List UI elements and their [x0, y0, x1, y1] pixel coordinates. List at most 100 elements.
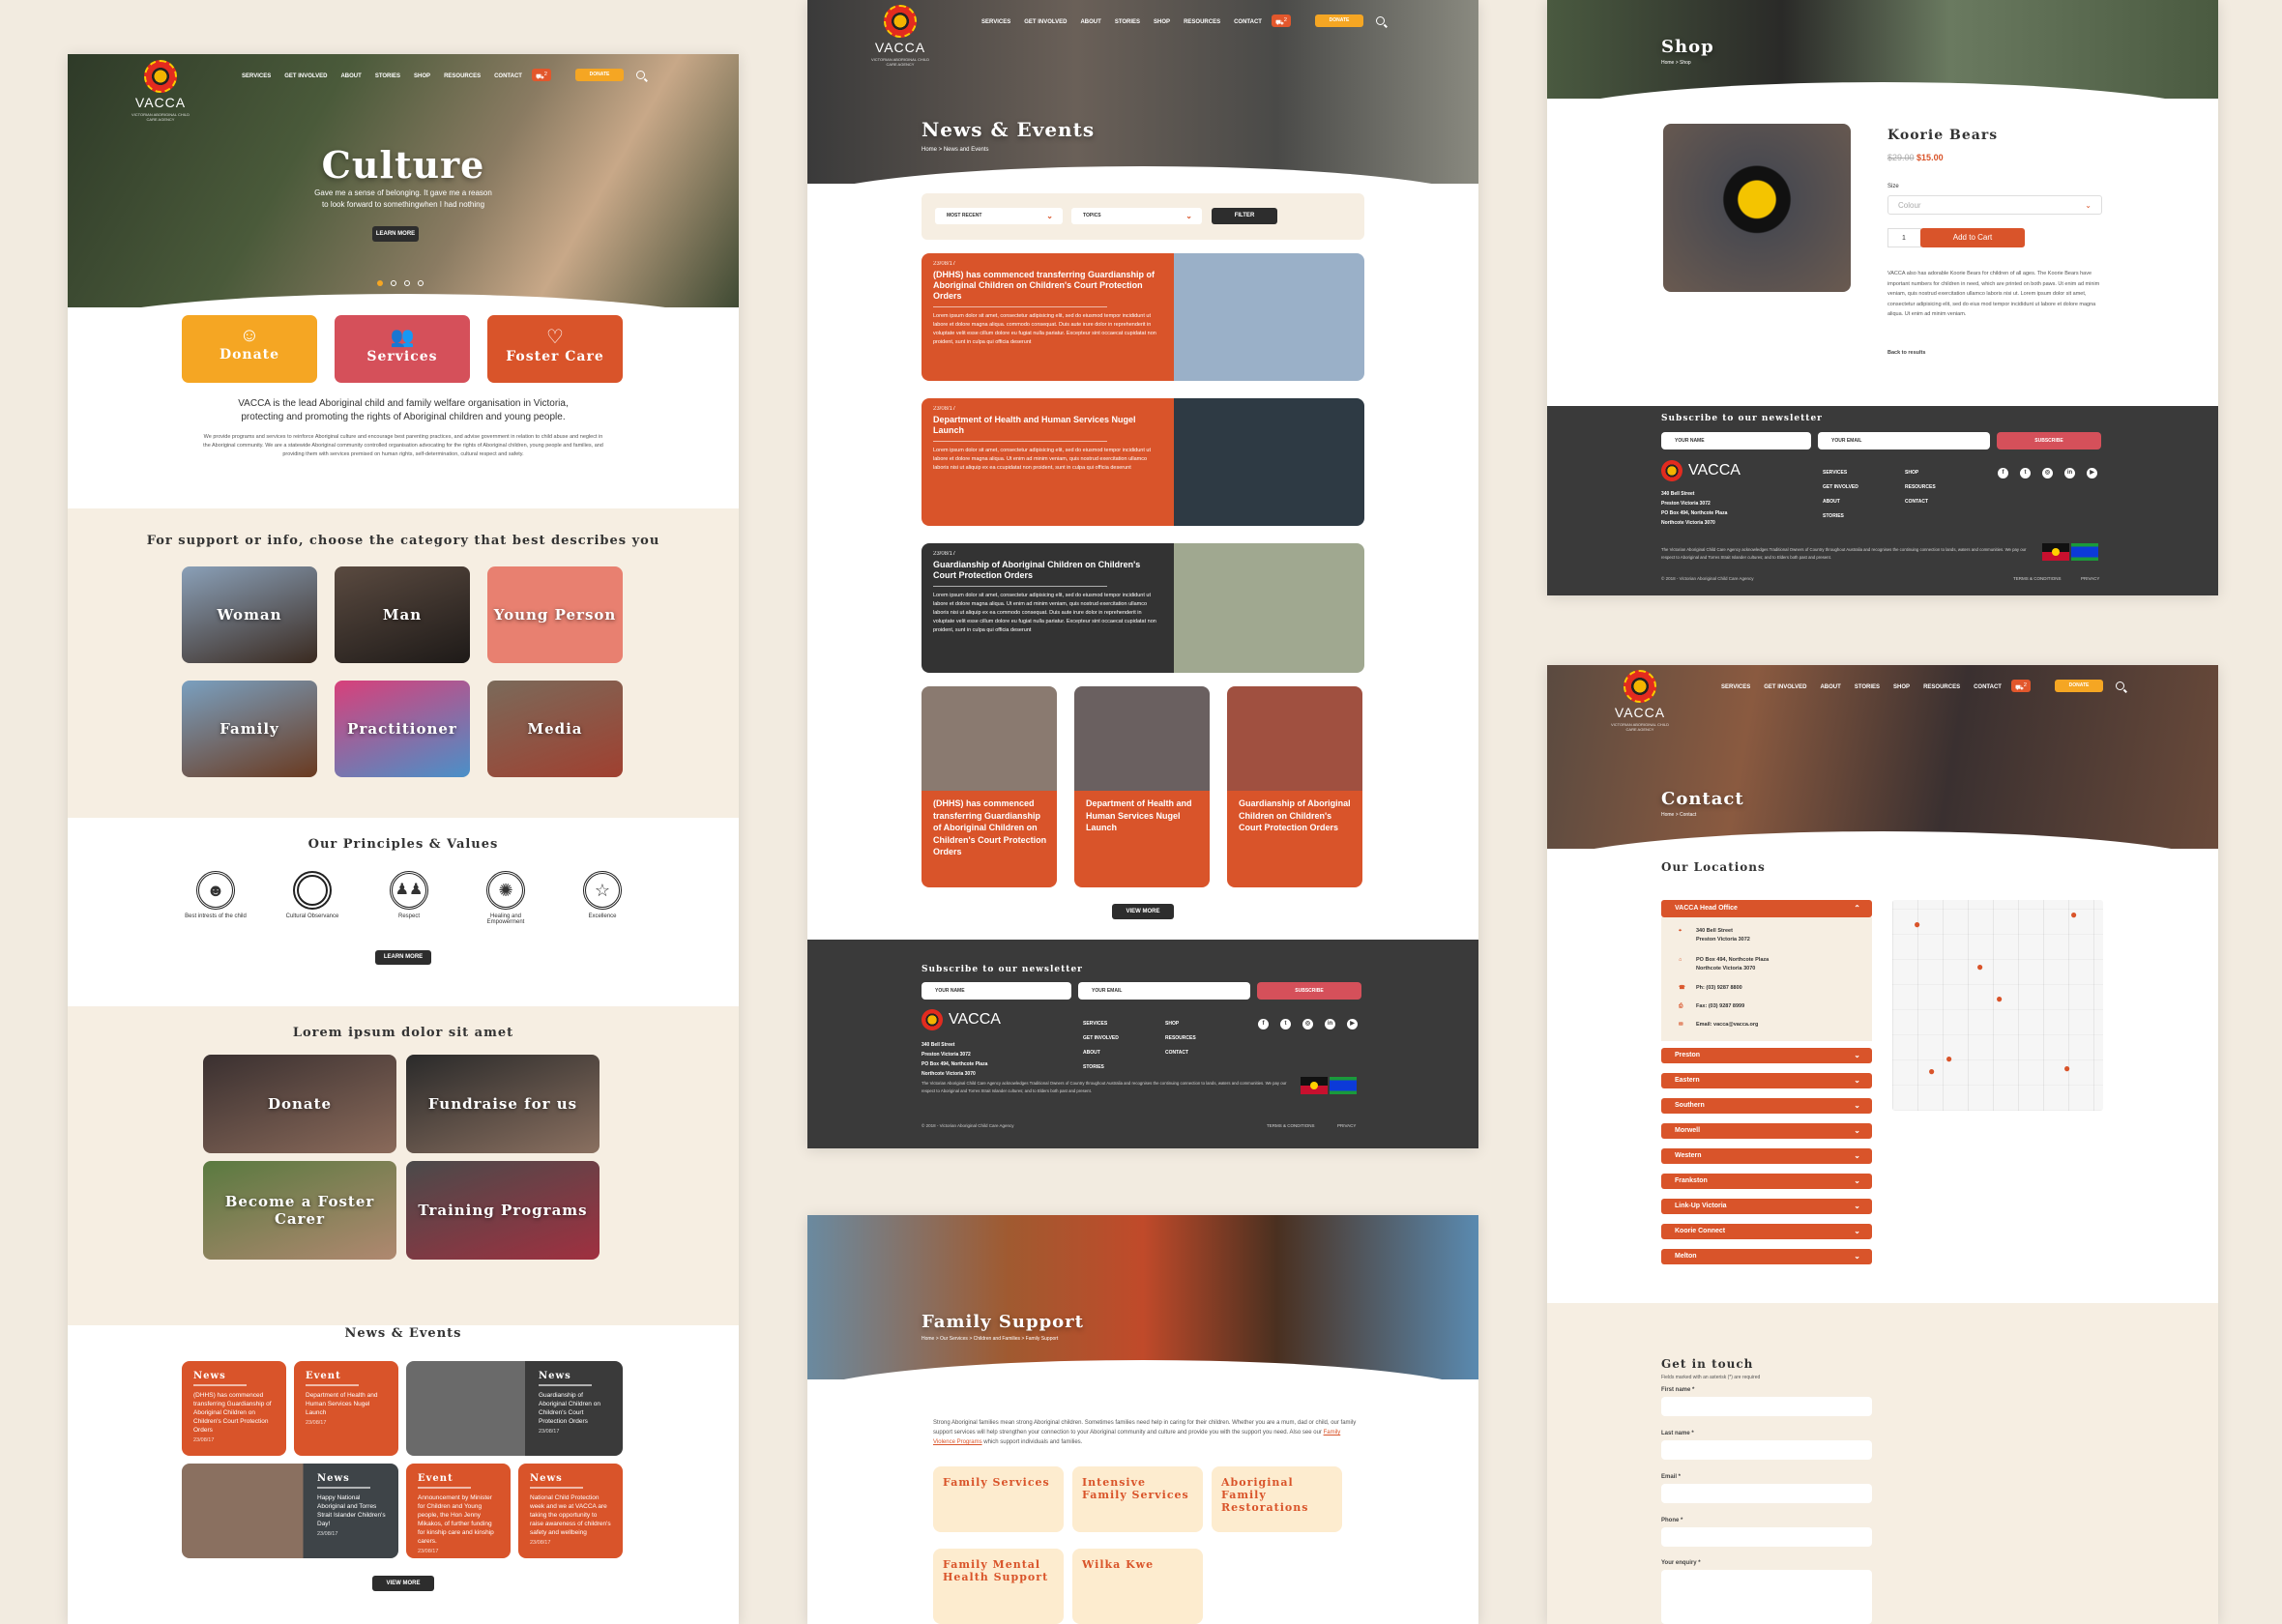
nav-services[interactable]: SERVICES	[242, 73, 271, 79]
featured-news-card[interactable]: 23/08/17 Guardianship of Aboriginal Child…	[922, 543, 1364, 673]
breadcrumb[interactable]: Home > Shop	[1661, 60, 1691, 66]
news-grid-card[interactable]: (DHHS) has commenced transferring Guardi…	[922, 686, 1057, 887]
vacca-logo[interactable]: VACCA VICTORIAN ABORIGINAL CHILD CARE AGE…	[1611, 670, 1669, 732]
accordion-office[interactable]: Frankston ⌄	[1661, 1174, 1872, 1189]
nav-get-involved[interactable]: GET INVOLVED	[1764, 684, 1806, 690]
category-woman[interactable]: Woman	[182, 566, 317, 663]
accordion-head-office[interactable]: VACCA Head Office ⌃	[1661, 900, 1872, 917]
map-pin-icon[interactable]: ●	[2070, 908, 2077, 921]
facebook-icon[interactable]: f	[1258, 1019, 1269, 1030]
newsletter-email-input[interactable]: YOUR EMAIL	[1818, 432, 1990, 450]
accordion-office[interactable]: Morwell ⌄	[1661, 1123, 1872, 1139]
map-pin-icon[interactable]: ●	[1928, 1064, 1935, 1078]
search-icon[interactable]	[636, 71, 645, 79]
map-pin-icon[interactable]: ●	[1946, 1052, 1952, 1065]
nav-resources[interactable]: RESOURCES	[1184, 19, 1220, 25]
twitter-icon[interactable]: t	[2020, 468, 2031, 478]
email-input[interactable]	[1661, 1484, 1872, 1503]
quick-donate[interactable]: ☺ Donate	[182, 315, 317, 383]
quantity-input[interactable]: 1	[1887, 228, 1921, 247]
filter-button[interactable]: FILTER	[1212, 208, 1277, 224]
enquiry-textarea[interactable]	[1661, 1570, 1872, 1624]
nav-resources[interactable]: RESOURCES	[1923, 684, 1960, 690]
nav-about[interactable]: ABOUT	[1080, 19, 1100, 25]
service-card[interactable]: Family Services	[933, 1466, 1064, 1532]
size-select[interactable]: Colour ⌄	[1887, 195, 2102, 215]
subscribe-button[interactable]: SUBSCRIBE	[1257, 982, 1361, 1000]
news-card[interactable]: Event Department of Health and Human Serv…	[294, 1361, 398, 1456]
search-icon[interactable]	[2116, 682, 2124, 690]
newsletter-email-input[interactable]: YOUR EMAIL	[1078, 982, 1250, 1000]
accordion-office[interactable]: Southern ⌄	[1661, 1098, 1872, 1114]
footer-logo[interactable]: VACCA	[922, 1009, 1001, 1030]
news-card[interactable]: Event Announcement by Minister for Childr…	[406, 1464, 511, 1558]
category-media[interactable]: Media	[487, 681, 623, 777]
phone-input[interactable]	[1661, 1527, 1872, 1547]
slider-dot[interactable]	[418, 280, 424, 286]
facebook-icon[interactable]: f	[1998, 468, 2008, 478]
quick-services[interactable]: 👥 Services	[335, 315, 470, 383]
newsletter-name-input[interactable]: YOUR NAME	[1661, 432, 1811, 450]
donate-button[interactable]: DONATE	[1315, 14, 1363, 27]
privacy-link[interactable]: PRIVACY	[2081, 576, 2099, 581]
cart-button[interactable]: ⛟2	[532, 69, 551, 81]
privacy-link[interactable]: PRIVACY	[1337, 1123, 1356, 1128]
featured-news-card[interactable]: 23/08/17 Department of Health and Human S…	[922, 398, 1364, 526]
youtube-icon[interactable]: ▶	[1347, 1019, 1358, 1030]
nav-shop[interactable]: SHOP	[1893, 684, 1910, 690]
principles-learn-more-button[interactable]: LEARN MORE	[375, 950, 431, 965]
category-practitioner[interactable]: Practitioner	[335, 681, 470, 777]
donate-button[interactable]: DONATE	[2055, 680, 2103, 692]
youtube-icon[interactable]: ▶	[2087, 468, 2097, 478]
cart-button[interactable]: ⛟2	[1272, 14, 1291, 27]
nav-shop[interactable]: SHOP	[1154, 19, 1170, 25]
nav-resources[interactable]: RESOURCES	[444, 73, 481, 79]
instagram-icon[interactable]: ◎	[1302, 1019, 1313, 1030]
linkedin-icon[interactable]: in	[1325, 1019, 1335, 1030]
nav-shop[interactable]: SHOP	[414, 73, 430, 79]
terms-link[interactable]: TERMS & CONDITIONS	[2013, 576, 2062, 581]
accordion-office[interactable]: Western ⌄	[1661, 1148, 1872, 1164]
service-card[interactable]: Intensive Family Services	[1072, 1466, 1203, 1532]
involve-fundraise[interactable]: Fundraise for us	[406, 1055, 600, 1153]
map-pin-icon[interactable]: ●	[2063, 1061, 2070, 1075]
sort-select[interactable]: MOST RECENT ⌄	[935, 208, 1063, 224]
category-young-person[interactable]: Young Person	[487, 566, 623, 663]
accordion-office[interactable]: Link-Up Victoria ⌄	[1661, 1199, 1872, 1214]
breadcrumb[interactable]: Home > Contact	[1661, 812, 1696, 818]
involve-training[interactable]: Training Programs	[406, 1161, 600, 1260]
accordion-office[interactable]: Preston ⌄	[1661, 1048, 1872, 1063]
donate-button[interactable]: DONATE	[575, 69, 624, 81]
cart-button[interactable]: ⛟2	[2011, 680, 2031, 692]
nav-services[interactable]: SERVICES	[981, 19, 1010, 25]
hero-learn-more-button[interactable]: LEARN MORE	[372, 226, 419, 242]
terms-link[interactable]: TERMS & CONDITIONS	[1267, 1123, 1315, 1128]
accordion-office[interactable]: Melton ⌄	[1661, 1249, 1872, 1264]
news-card[interactable]: News National Child Protection week and w…	[518, 1464, 623, 1558]
accordion-office[interactable]: Koorie Connect ⌄	[1661, 1224, 1872, 1239]
quick-foster-care[interactable]: ♡ Foster Care	[487, 315, 623, 383]
subscribe-button[interactable]: SUBSCRIBE	[1997, 432, 2101, 450]
nav-contact[interactable]: CONTACT	[1234, 19, 1262, 25]
nav-about[interactable]: ABOUT	[340, 73, 361, 79]
nav-stories[interactable]: STORIES	[375, 73, 400, 79]
breadcrumb[interactable]: Home > News and Events	[922, 147, 989, 153]
news-grid-card[interactable]: Guardianship of Aboriginal Children on C…	[1227, 686, 1362, 887]
nav-stories[interactable]: STORIES	[1855, 684, 1880, 690]
breadcrumb[interactable]: Home > Our Services > Children and Famil…	[922, 1336, 1058, 1342]
topics-select[interactable]: TOPICS ⌄	[1071, 208, 1202, 224]
category-family[interactable]: Family	[182, 681, 317, 777]
news-card[interactable]: News Guardianship of Aboriginal Children …	[406, 1361, 623, 1456]
accordion-office[interactable]: Eastern ⌄	[1661, 1073, 1872, 1088]
footer-logo[interactable]: VACCA	[1661, 460, 1741, 481]
nav-about[interactable]: ABOUT	[1820, 684, 1840, 690]
vacca-logo[interactable]: VACCA VICTORIAN ABORIGINAL CHILD CARE AGE…	[132, 60, 190, 122]
map-pin-icon[interactable]: ●	[1996, 992, 2003, 1005]
involve-foster-carer[interactable]: Become a Foster Carer	[203, 1161, 396, 1260]
news-view-more-button[interactable]: VIEW MORE	[1112, 904, 1174, 919]
news-card[interactable]: News Happy National Aboriginal and Torres…	[182, 1464, 398, 1558]
slider-dot[interactable]	[404, 280, 410, 286]
category-man[interactable]: Man	[335, 566, 470, 663]
newsletter-name-input[interactable]: YOUR NAME	[922, 982, 1071, 1000]
nav-stories[interactable]: STORIES	[1115, 19, 1140, 25]
